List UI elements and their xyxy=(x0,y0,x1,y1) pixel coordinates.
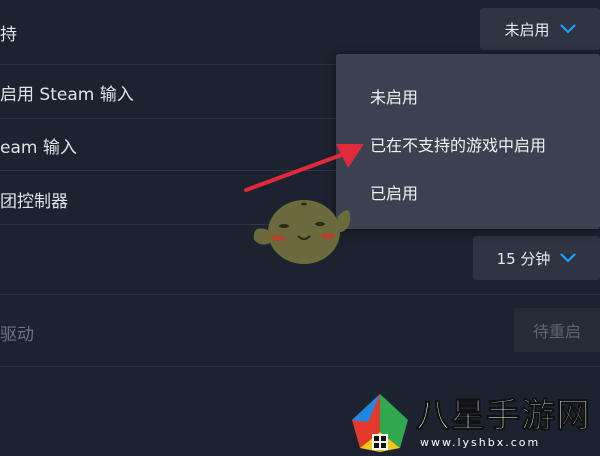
watermark-url: www.lyshbx.com xyxy=(420,436,541,449)
menu-item-enabled-unsupported[interactable]: 已在不支持的游戏中启用 xyxy=(370,132,546,156)
row-label-driver: 驱动 xyxy=(0,325,34,345)
chevron-down-icon xyxy=(560,253,577,263)
row-label-steam-input: eam 输入 xyxy=(0,138,77,158)
watermark-brand: 八星手游网 xyxy=(416,396,591,437)
pending-restart-label: 待重启 xyxy=(532,322,581,341)
menu-item-disabled[interactable]: 未启用 xyxy=(370,84,418,108)
timeout-dropdown[interactable]: 15 分钟 xyxy=(473,236,600,280)
dropdown-value: 15 分钟 xyxy=(496,249,551,268)
dropdown-value: 未启用 xyxy=(504,20,550,39)
row-label-controller: 团控制器 xyxy=(0,192,68,212)
row-label-enable-steam-input: 启用 Steam 输入 xyxy=(0,85,134,105)
pending-restart-button[interactable]: 待重启 xyxy=(514,308,600,352)
watermark-logo-icon xyxy=(352,394,408,452)
steam-input-menu: 未启用 已在不支持的游戏中启用 已启用 xyxy=(336,54,600,229)
settings-row-driver: 驱动 xyxy=(0,294,600,367)
steam-input-dropdown[interactable]: 未启用 xyxy=(480,8,600,50)
menu-item-enabled[interactable]: 已启用 xyxy=(370,180,418,204)
row-label-support: 持 xyxy=(0,25,17,45)
mascot-icon xyxy=(253,200,351,264)
watermark: 八星手游网 www.lyshbx.com xyxy=(344,388,600,456)
chevron-down-icon xyxy=(559,24,576,34)
